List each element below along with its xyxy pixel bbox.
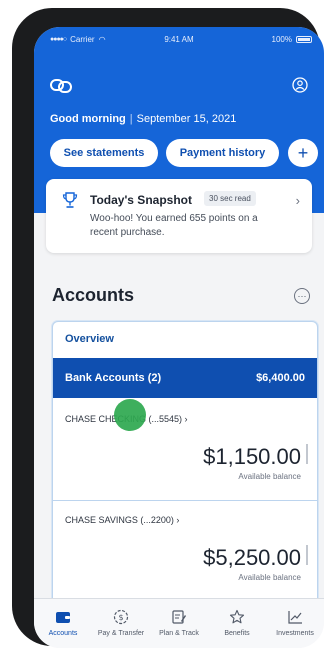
payment-history-button[interactable]: Payment history [166,139,279,167]
tab-label: Plan & Track [159,630,199,637]
battery-label: 100% [271,35,292,44]
balance-divider [306,545,308,565]
svg-text:$: $ [118,613,123,622]
trophy-icon [62,192,78,208]
read-time-badge: 30 sec read [204,191,256,206]
tab-benefits[interactable]: Benefits [208,609,266,637]
tab-label: Benefits [224,630,250,637]
see-statements-button[interactable]: See statements [50,139,158,167]
battery-icon [296,36,312,43]
touch-indicator [114,399,146,431]
account-balance: $1,150.00 [203,444,301,469]
available-balance-label: Available balance [238,573,301,582]
snapshot-text: Woo-hoo! You earned 655 points on a rece… [90,213,258,238]
overview-link[interactable]: Overview [65,333,114,345]
tab-investments[interactable]: Investments [266,609,324,637]
dollar-circle-icon: $ [113,609,129,625]
chat-logo-icon[interactable] [50,79,72,93]
bank-accounts-header[interactable]: Bank Accounts (2) $6,400.00 [53,358,317,398]
tab-label: Accounts [48,630,78,637]
balance-divider [306,444,308,464]
tab-label: Pay & Transfer [97,630,145,637]
screen: ●●●●○ Carrier ◠ 9:41 AM 100% Good mornin… [34,27,324,648]
account-tile-checking[interactable]: CHASE CHECKING (...5545) › $1,150.00 Ava… [53,400,317,481]
bank-accounts-total: $6,400.00 [256,372,305,384]
wallet-icon [56,612,70,623]
phone-frame: ●●●●○ Carrier ◠ 9:41 AM 100% Good mornin… [12,8,324,648]
todays-snapshot-card[interactable]: Today's Snapshot 30 sec read Woo-hoo! Yo… [46,179,312,253]
bottom-tab-bar: Accounts $ Pay & Transfer Plan & Track B… [34,598,324,648]
tab-pay-transfer[interactable]: $ Pay & Transfer [92,609,150,637]
add-button[interactable]: + [288,139,318,167]
account-balance: $5,250.00 [203,545,301,570]
account-name[interactable]: CHASE SAVINGS (...2200) › [65,515,179,525]
accounts-panel: Overview Bank Accounts (2) $6,400.00 CHA… [52,321,318,621]
edit-note-icon [172,610,186,624]
profile-icon[interactable] [292,77,308,93]
accounts-heading: Accounts [52,285,135,305]
bank-accounts-label: Bank Accounts (2) [65,372,162,384]
greeting: Good morning | September 15, 2021 [50,113,236,125]
chevron-right-icon[interactable]: › [296,193,300,208]
greeting-text: Good morning [50,113,126,125]
tab-label: Investments [276,630,314,637]
greeting-separator: | [129,113,133,125]
tab-plan-track[interactable]: Plan & Track [150,609,208,637]
snapshot-title: Today's Snapshot [90,193,192,207]
available-balance-label: Available balance [238,472,301,481]
more-options-icon[interactable]: ··· [294,288,310,304]
star-icon [229,609,245,624]
tab-accounts[interactable]: Accounts [34,609,92,637]
status-bar: ●●●●○ Carrier ◠ 9:41 AM 100% [34,35,324,47]
account-tile-savings[interactable]: CHASE SAVINGS (...2200) › $5,250.00 Avai… [53,500,317,582]
line-chart-icon [288,611,302,624]
greeting-date: September 15, 2021 [136,113,237,125]
